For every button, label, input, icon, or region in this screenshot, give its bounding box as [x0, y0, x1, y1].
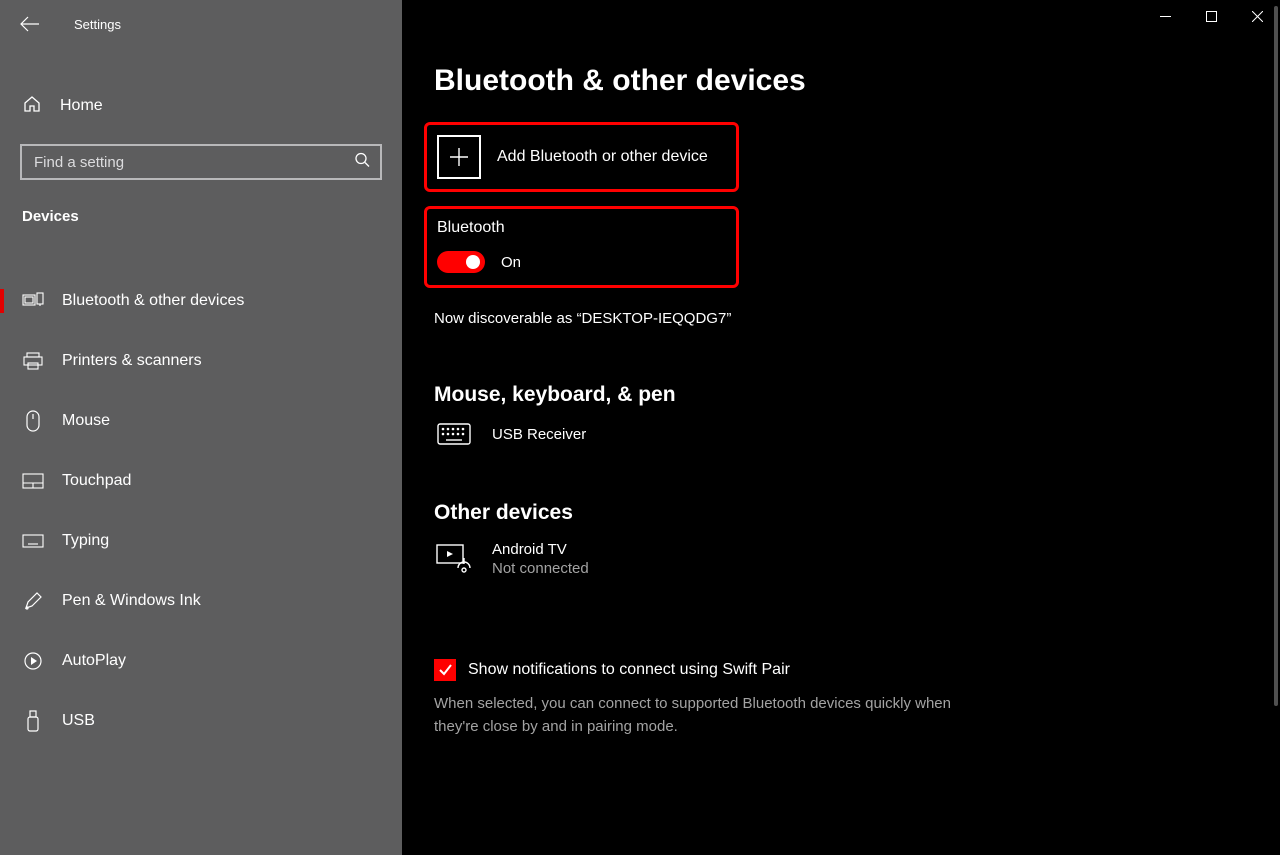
swift-pair-row: Show notifications to connect using Swif… — [434, 659, 1280, 681]
back-button[interactable] — [20, 16, 40, 32]
sidebar-item-touchpad[interactable]: Touchpad — [0, 451, 402, 511]
pen-icon — [22, 591, 44, 611]
device-usb-receiver[interactable]: USB Receiver — [434, 423, 1280, 445]
printer-icon — [22, 352, 44, 370]
sidebar-item-printers[interactable]: Printers & scanners — [0, 331, 402, 391]
sidebar-item-autoplay[interactable]: AutoPlay — [0, 631, 402, 691]
mouse-icon — [22, 410, 44, 432]
window-controls — [1142, 0, 1280, 32]
autoplay-icon — [22, 651, 44, 671]
usb-icon — [22, 710, 44, 732]
sidebar-item-label: USB — [62, 712, 95, 730]
add-device-label: Add Bluetooth or other device — [497, 148, 708, 166]
sidebar-item-usb[interactable]: USB — [0, 691, 402, 751]
bluetooth-devices-icon — [22, 292, 44, 310]
plus-icon — [437, 135, 481, 179]
minimize-button[interactable] — [1142, 0, 1188, 32]
keyboard-device-icon — [434, 423, 474, 445]
bluetooth-toggle-highlight: Bluetooth On — [424, 206, 739, 288]
search-input[interactable] — [20, 144, 382, 180]
keyboard-icon — [22, 534, 44, 548]
discoverable-text: Now discoverable as “DESKTOP-IEQQDG7” — [434, 310, 1280, 327]
toggle-knob — [466, 255, 480, 269]
device-name: Android TV — [492, 541, 589, 558]
home-icon — [22, 94, 42, 119]
sidebar-item-label: Touchpad — [62, 472, 131, 490]
swift-pair-checkbox[interactable] — [434, 659, 456, 681]
sidebar-item-typing[interactable]: Typing — [0, 511, 402, 571]
close-button[interactable] — [1234, 0, 1280, 32]
main-content: Bluetooth & other devices Add Bluetooth … — [402, 0, 1280, 855]
add-device-highlight: Add Bluetooth or other device — [424, 122, 739, 192]
sidebar-item-label: Typing — [62, 532, 109, 550]
swift-pair-description: When selected, you can connect to suppor… — [434, 693, 994, 738]
device-android-tv[interactable]: Android TV Not connected — [434, 541, 1280, 577]
home-nav[interactable]: Home — [0, 84, 402, 128]
device-name: USB Receiver — [492, 426, 586, 443]
swift-pair-label: Show notifications to connect using Swif… — [468, 661, 790, 679]
device-status: Not connected — [492, 560, 589, 577]
sidebar: Settings Home Devices Bluetooth & o — [0, 0, 402, 855]
sidebar-item-pen[interactable]: Pen & Windows Ink — [0, 571, 402, 631]
section-other-devices-heading: Other devices — [434, 501, 1280, 525]
sidebar-item-label: Pen & Windows Ink — [62, 592, 201, 610]
section-mouse-keyboard-heading: Mouse, keyboard, & pen — [434, 383, 1280, 407]
app-title: Settings — [74, 17, 121, 32]
sidebar-nav: Bluetooth & other devices Printers & sca… — [0, 271, 402, 751]
sidebar-section-heading: Devices — [0, 180, 402, 235]
bluetooth-heading: Bluetooth — [437, 219, 726, 237]
bluetooth-toggle[interactable] — [437, 251, 485, 273]
sidebar-item-bluetooth[interactable]: Bluetooth & other devices — [0, 271, 402, 331]
maximize-button[interactable] — [1188, 0, 1234, 32]
home-label: Home — [60, 97, 103, 115]
add-device-button[interactable]: Add Bluetooth or other device — [437, 135, 726, 179]
sidebar-item-mouse[interactable]: Mouse — [0, 391, 402, 451]
sidebar-item-label: Mouse — [62, 412, 110, 430]
touchpad-icon — [22, 473, 44, 489]
scrollbar[interactable] — [1274, 6, 1278, 826]
sidebar-item-label: Bluetooth & other devices — [62, 292, 244, 310]
search-container — [20, 144, 382, 180]
toggle-state-label: On — [501, 254, 521, 271]
search-icon — [354, 152, 370, 173]
sidebar-item-label: AutoPlay — [62, 652, 126, 670]
sidebar-item-label: Printers & scanners — [62, 352, 202, 370]
scrollbar-thumb[interactable] — [1274, 6, 1278, 706]
media-device-icon — [434, 544, 474, 574]
